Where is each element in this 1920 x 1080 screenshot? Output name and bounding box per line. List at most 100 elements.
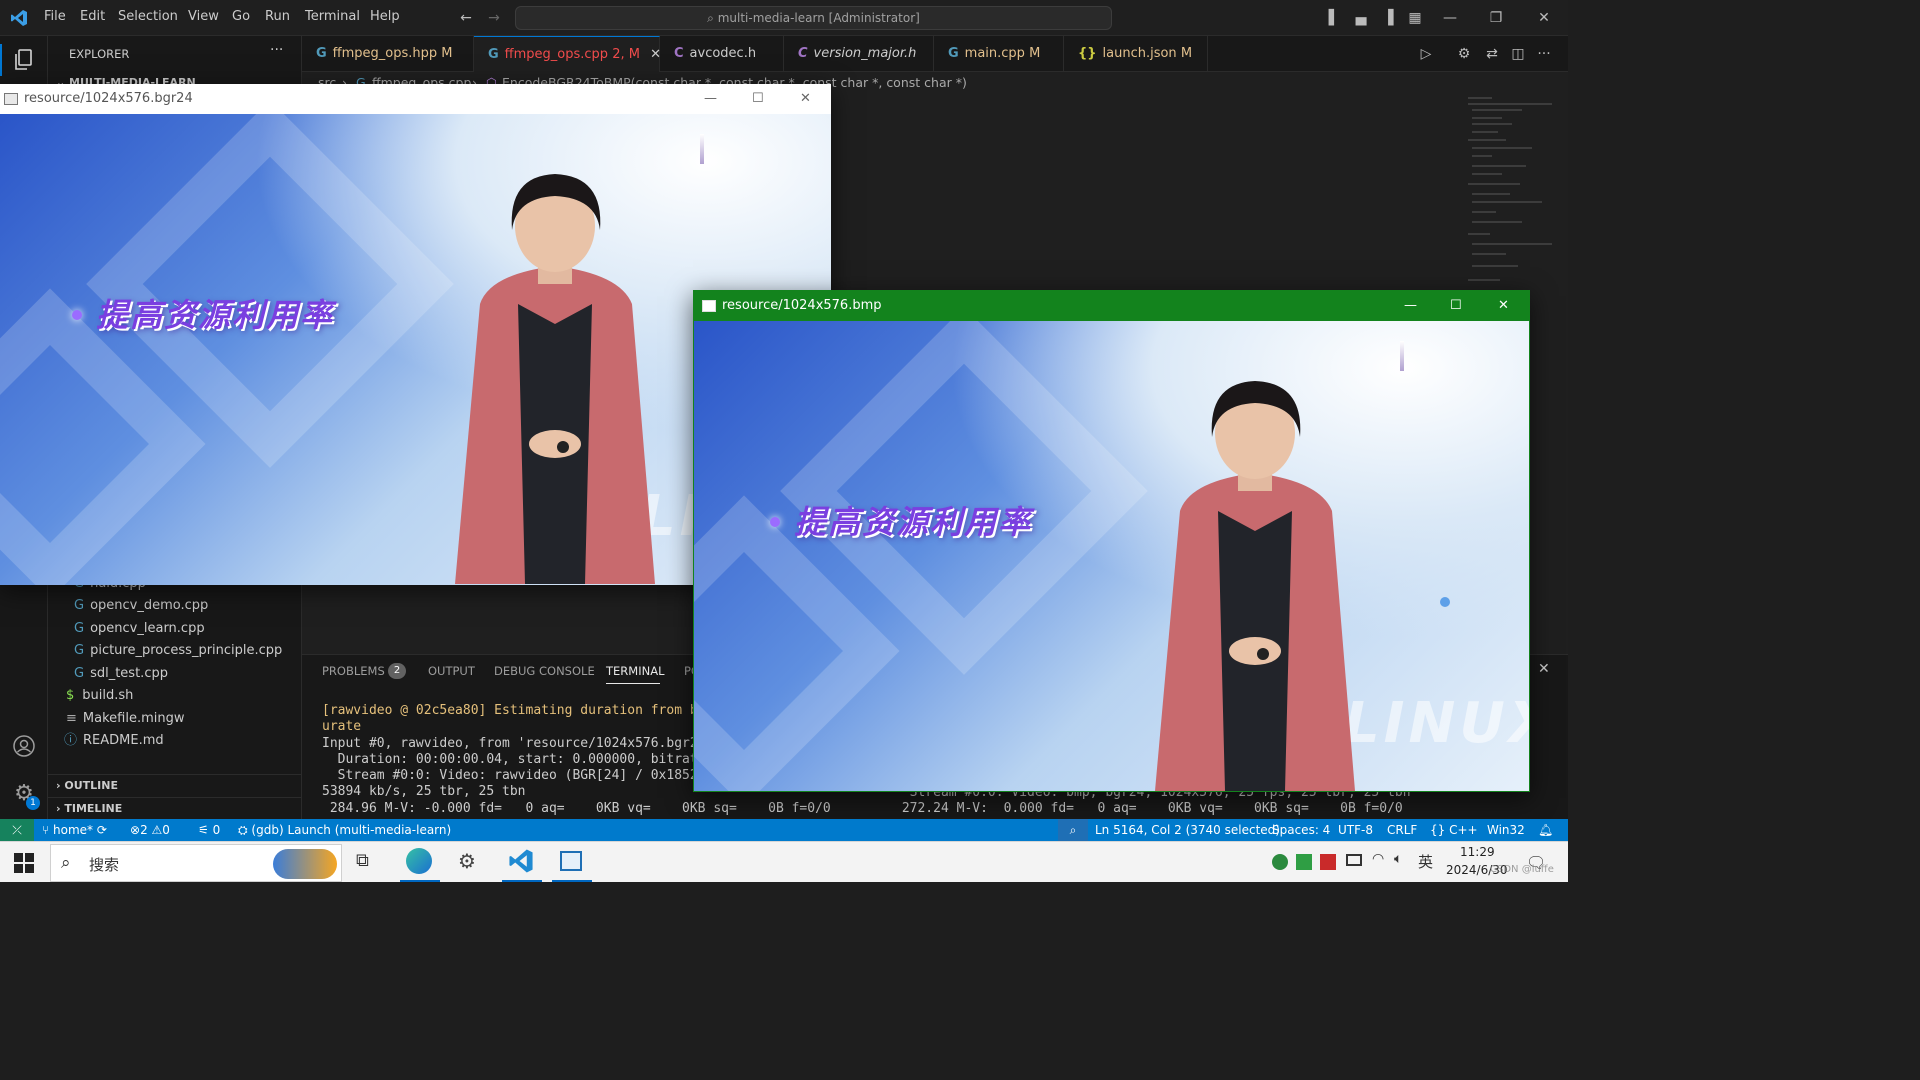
notifications-bell-icon[interactable]: 🔔︎	[1538, 819, 1553, 841]
close-panel-icon[interactable]: ✕	[1538, 661, 1550, 677]
file-item-makefile[interactable]: ≡ Makefile.mingw	[66, 708, 184, 730]
divider	[48, 774, 302, 775]
tray-app-icon[interactable]	[1272, 854, 1288, 870]
window-maximize-icon[interactable]: ☐	[1450, 291, 1462, 321]
toggle-panel-icon[interactable]: ▄	[1351, 8, 1371, 28]
settings-app-icon[interactable]: ⚙	[458, 849, 476, 873]
back-arrow-icon[interactable]: ←	[456, 8, 476, 28]
search-icon: ⌕	[707, 11, 718, 25]
problems-status[interactable]: ⊗2 ⚠0	[130, 819, 170, 841]
active-indicator	[0, 44, 2, 76]
running-indicator	[502, 880, 542, 882]
cursor-position[interactable]: Ln 5164, Col 2 (3740 selected)	[1095, 819, 1280, 841]
window-app-icon	[4, 93, 18, 105]
wifi-icon[interactable]: ◠	[1372, 851, 1384, 867]
bgr24-window-titlebar[interactable]: resource/1024x576.bgr24 — ☐ ✕	[0, 84, 831, 114]
panel-tab-terminal[interactable]: TERMINAL	[606, 664, 664, 678]
tab-ffmpeg-ops-cpp[interactable]: Gffmpeg_ops.cpp 2, M ✕	[474, 36, 661, 72]
file-item-opencv-learn[interactable]: Gopencv_learn.cpp	[74, 618, 205, 640]
branch-status[interactable]: ⑂ home* ⟳	[42, 819, 107, 841]
window-minimize-icon[interactable]: —	[1404, 291, 1417, 321]
menu-selection[interactable]: Selection	[118, 9, 178, 24]
menu-go[interactable]: Go	[232, 9, 250, 24]
tab-label: launch.json	[1102, 46, 1177, 61]
file-item-sdl-test[interactable]: Gsdl_test.cpp	[74, 663, 168, 685]
window-minimize-icon[interactable]: —	[704, 84, 717, 114]
bmp-window-titlebar[interactable]: resource/1024x576.bmp — ☐ ✕	[694, 291, 1529, 321]
tab-version-major-h[interactable]: Cversion_major.h	[784, 36, 934, 72]
menu-view[interactable]: View	[188, 9, 219, 24]
window-restore-icon[interactable]: ❐	[1486, 8, 1506, 28]
panel-tab-debug-console[interactable]: DEBUG CONSOLE	[494, 664, 595, 678]
customize-layout-icon[interactable]: ▦	[1405, 8, 1425, 28]
tab-main-cpp[interactable]: Gmain.cpp M	[934, 36, 1064, 72]
command-center-search[interactable]: ⌕ multi-media-learn [Administrator]	[515, 6, 1112, 30]
app-window-icon[interactable]	[560, 851, 582, 871]
ime-indicator[interactable]: 英	[1418, 851, 1433, 872]
window-maximize-icon[interactable]: ☐	[752, 84, 764, 114]
cpp-icon: G	[316, 46, 327, 61]
encoding[interactable]: UTF-8	[1338, 819, 1373, 841]
toggle-primary-sidebar-icon[interactable]: ▌	[1324, 8, 1344, 28]
window-close-icon[interactable]: ✕	[800, 84, 811, 114]
cpp-icon: G	[74, 621, 85, 636]
indentation[interactable]: Spaces: 4	[1272, 819, 1330, 841]
menu-run[interactable]: Run	[265, 9, 290, 24]
shell-icon: $	[66, 688, 75, 703]
video-banner-text: 提高资源利用率	[794, 503, 1033, 541]
compare-icon[interactable]: ⇄	[1482, 44, 1502, 64]
taskbar-search-box[interactable]: ⌕ 搜索	[50, 844, 342, 882]
file-item-readme[interactable]: ⓘ README.md	[64, 730, 164, 752]
tab-avcodec-h[interactable]: Cavcodec.h	[660, 36, 784, 72]
explorer-icon[interactable]	[12, 48, 36, 72]
windows-start-icon[interactable]	[14, 853, 34, 873]
run-debug-icon[interactable]: ▷	[1416, 44, 1436, 64]
tab-ffmpeg-ops-hpp[interactable]: Gffmpeg_ops.hpp M	[302, 36, 474, 72]
debug-launch-status[interactable]: ⛭ (gdb) Launch (multi-media-learn)	[238, 819, 451, 841]
file-item-opencv-demo[interactable]: Gopencv_demo.cpp	[74, 595, 208, 617]
clock-time[interactable]: 11:29	[1460, 845, 1495, 859]
bmp-preview-window[interactable]: resource/1024x576.bmp — ☐ ✕ LINUX 提高资源利用…	[693, 290, 1530, 792]
menu-help[interactable]: Help	[370, 9, 400, 24]
light-streak	[700, 134, 704, 164]
outline-section[interactable]: › OUTLINE	[56, 779, 118, 792]
menu-edit[interactable]: Edit	[80, 9, 105, 24]
window-close-icon[interactable]: ✕	[1498, 291, 1509, 321]
tray-nvidia-icon[interactable]	[1296, 854, 1312, 870]
battery-icon[interactable]	[1346, 854, 1362, 866]
zoom-icon[interactable]: ⌕	[1058, 819, 1088, 841]
timeline-section[interactable]: › TIMELINE	[56, 802, 122, 815]
tab-launch-json[interactable]: {} launch.json M	[1064, 36, 1208, 72]
language-mode[interactable]: {} C++	[1430, 819, 1478, 841]
window-close-icon[interactable]: ✕	[1534, 8, 1554, 28]
ports-status[interactable]: ⚟ 0	[198, 819, 220, 841]
menu-terminal[interactable]: Terminal	[305, 9, 360, 24]
vscode-taskbar-icon[interactable]	[508, 848, 534, 874]
edge-browser-icon[interactable]	[406, 848, 432, 874]
tab-label: avcodec.h	[689, 46, 757, 61]
file-item-picture-process[interactable]: Gpicture_process_principle.cpp	[74, 640, 282, 662]
forward-arrow-icon[interactable]: →	[484, 8, 504, 28]
file-item-build-sh[interactable]: $ build.sh	[66, 685, 133, 707]
toggle-secondary-sidebar-icon[interactable]: ▐	[1378, 8, 1398, 28]
platform[interactable]: Win32	[1487, 819, 1525, 841]
minimap[interactable]	[1462, 94, 1558, 304]
volume-icon[interactable]: 🔈︎	[1394, 851, 1402, 867]
tray-app-icon[interactable]	[1320, 854, 1336, 870]
window-minimize-icon[interactable]: —	[1440, 8, 1460, 28]
split-editor-icon[interactable]: ◫	[1508, 44, 1528, 64]
line-ending[interactable]: CRLF	[1387, 819, 1417, 841]
settings-gear-icon[interactable]: ⚙	[1454, 44, 1474, 64]
remote-indicator-icon[interactable]: ⤫	[0, 819, 34, 841]
debug-config: (gdb) Launch (multi-media-learn)	[251, 823, 452, 837]
menu-file[interactable]: File	[44, 9, 66, 24]
sync-icon: ⟳	[96, 823, 107, 837]
more-tab-actions-icon[interactable]: ···	[1534, 44, 1554, 64]
panel-tab-output[interactable]: OUTPUT	[428, 664, 475, 678]
light-streak	[1400, 341, 1404, 371]
account-icon[interactable]	[12, 734, 36, 758]
task-view-icon[interactable]: ⧉	[356, 850, 369, 871]
more-actions-icon[interactable]: ···	[270, 42, 283, 58]
panel-tab-problems[interactable]: PROBLEMS	[322, 664, 385, 678]
windows-taskbar: ⌕ 搜索 ⧉ ⚙ ◠ 🔈︎ 英 11:29 2024/6/30 🗨︎ CSDN …	[0, 841, 1568, 882]
